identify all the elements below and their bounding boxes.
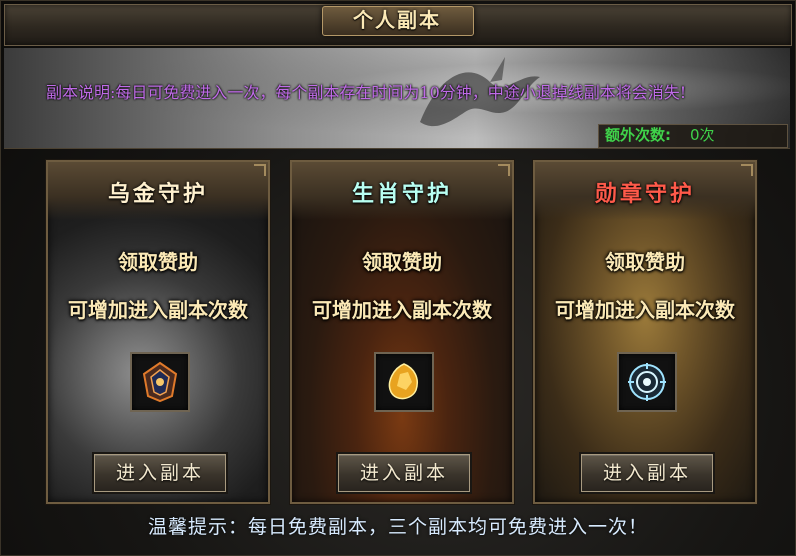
item-slot[interactable] xyxy=(130,352,190,412)
extra-count-label: 额外次数: xyxy=(605,126,671,144)
enter-dungeon-button[interactable]: 进入副本 xyxy=(338,454,470,492)
dungeon-card-wujin: 乌金守护 领取赞助 可增加进入副本次数 进入副本 xyxy=(46,160,270,504)
enter-dungeon-button[interactable]: 进入副本 xyxy=(94,454,226,492)
item-slot[interactable] xyxy=(374,352,434,412)
sponsor-desc: 可增加进入副本次数 xyxy=(555,298,735,322)
dungeon-card-zodiac: 生肖守护 领取赞助 可增加进入副本次数 进入副本 xyxy=(290,160,514,504)
card-title: 生肖守护 xyxy=(351,181,452,207)
extra-count-value: 0次 xyxy=(690,126,715,144)
sponsor-label[interactable]: 领取赞助 xyxy=(535,246,755,275)
medal-emblem-icon xyxy=(628,363,666,401)
sponsor-label[interactable]: 领取赞助 xyxy=(48,246,268,275)
dark-gem-icon xyxy=(142,361,178,403)
dungeon-card-medal: 勋章守护 领取赞助 可增加进入副本次数 进入副本 xyxy=(533,160,757,504)
dungeon-notice: 副本说明:每日可免费进入一次，每个副本存在时间为10分钟，中途小退掉线副本将会消… xyxy=(46,83,687,102)
card-title: 乌金守护 xyxy=(107,181,208,207)
sponsor-desc: 可增加进入副本次数 xyxy=(312,298,492,322)
card-title: 勋章守护 xyxy=(594,181,695,207)
item-slot[interactable] xyxy=(617,352,677,412)
footer-tip: 温馨提示：每日免费副本，三个副本均可免费进入一次！ xyxy=(147,516,648,538)
sponsor-label[interactable]: 领取赞助 xyxy=(292,246,512,275)
gold-ore-icon xyxy=(388,363,418,400)
enter-dungeon-button[interactable]: 进入副本 xyxy=(581,454,713,492)
window-title: 个人副本 xyxy=(353,8,441,32)
sponsor-desc: 可增加进入副本次数 xyxy=(68,298,248,322)
